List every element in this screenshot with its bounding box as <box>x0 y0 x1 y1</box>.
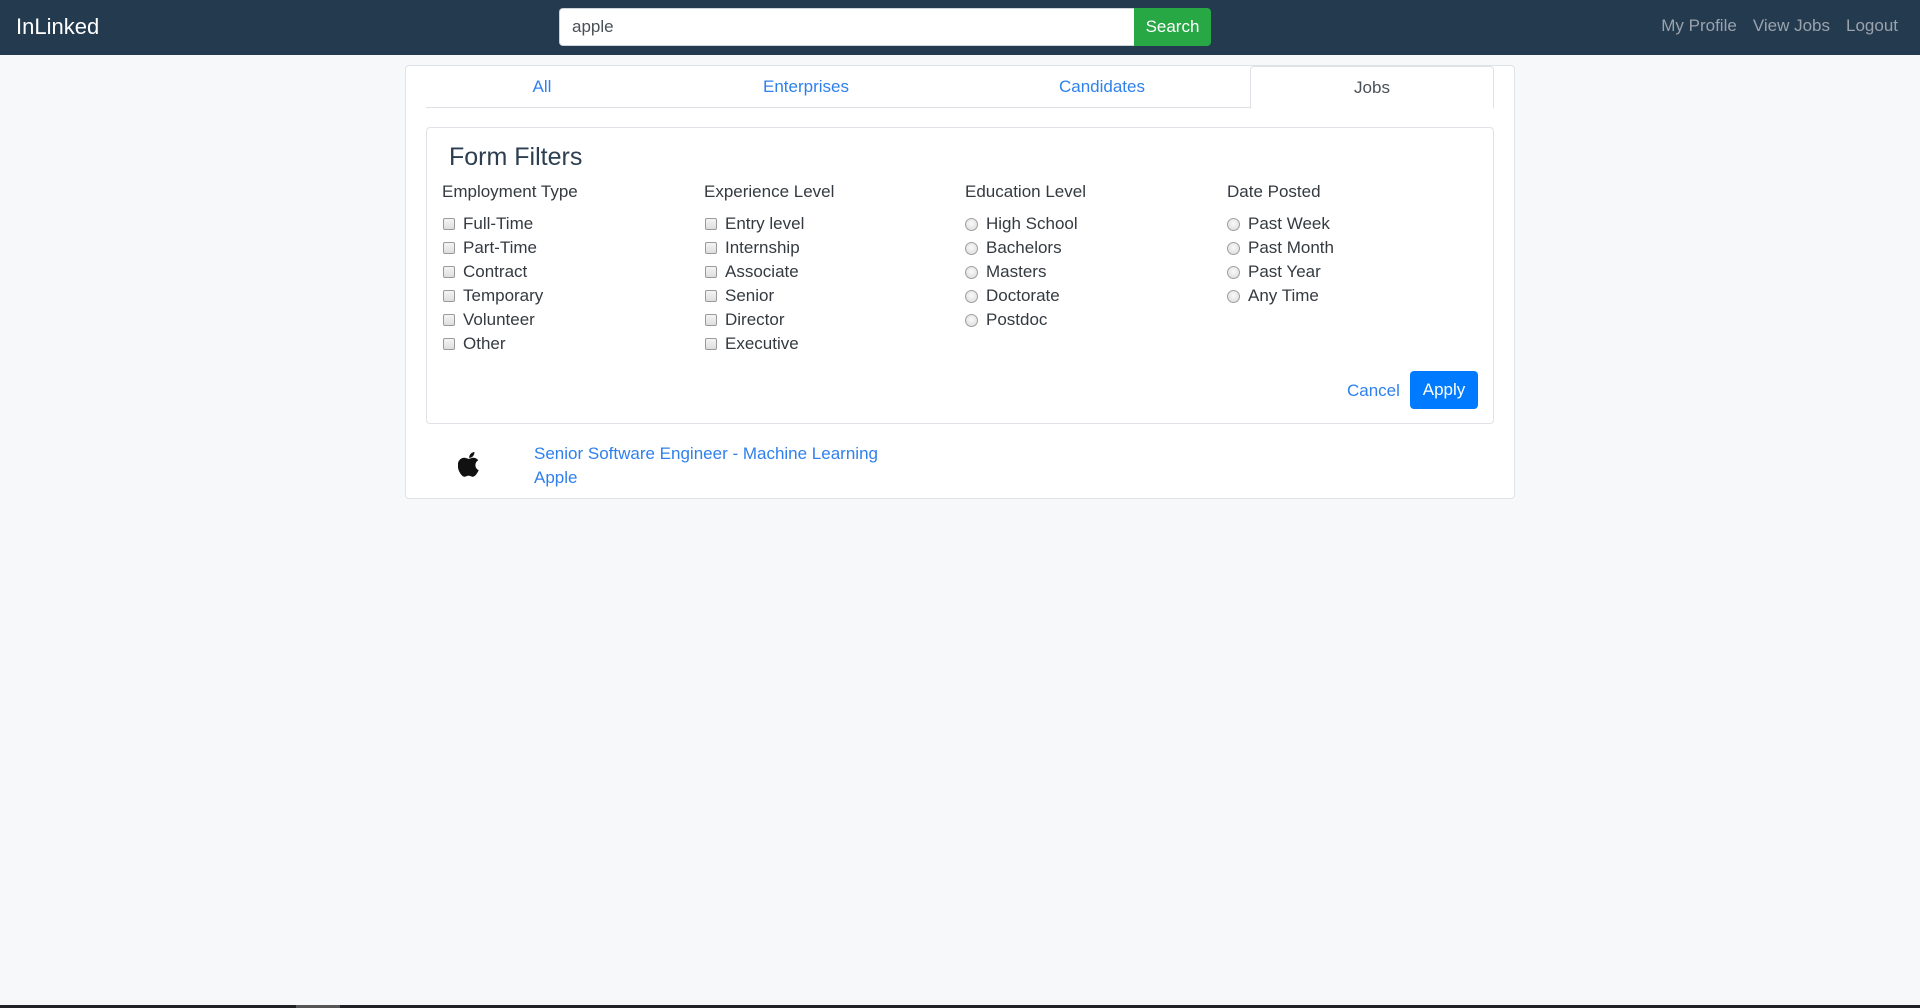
checkbox-director[interactable]: Director <box>704 308 834 332</box>
filters-title: Form Filters <box>449 143 583 171</box>
option-label: Executive <box>725 334 799 353</box>
filter-group-label: Employment Type <box>442 182 578 201</box>
filter-group-employment-type: Employment Type Full-Time Part-Time Cont… <box>442 182 578 356</box>
filter-group-date-posted: Date Posted Past Week Past Month Past Ye… <box>1227 182 1334 308</box>
checkbox-icon[interactable] <box>705 242 717 254</box>
checkbox-volunteer[interactable]: Volunteer <box>442 308 578 332</box>
filter-group-label: Education Level <box>965 182 1086 201</box>
radio-icon[interactable] <box>1227 265 1240 279</box>
checkbox-internship[interactable]: Internship <box>704 236 834 260</box>
checkbox-full-time[interactable]: Full-Time <box>442 212 578 236</box>
radio-doctorate[interactable]: Doctorate <box>965 284 1086 308</box>
option-label: Full-Time <box>463 214 534 233</box>
tab-jobs[interactable]: Jobs <box>1250 66 1494 109</box>
option-label: Masters <box>986 262 1047 281</box>
option-label: Associate <box>725 262 799 281</box>
checkbox-senior[interactable]: Senior <box>704 284 834 308</box>
checkbox-icon[interactable] <box>705 266 717 278</box>
checkbox-part-time[interactable]: Part-Time <box>442 236 578 260</box>
brand-logo[interactable]: InLinked <box>16 14 99 40</box>
option-label: Temporary <box>463 286 544 305</box>
search-input[interactable] <box>559 8 1134 46</box>
job-company-link[interactable]: Apple <box>534 468 577 488</box>
search-button[interactable]: Search <box>1134 8 1211 46</box>
filter-group-label: Date Posted <box>1227 182 1321 201</box>
nav-view-jobs[interactable]: View Jobs <box>1753 16 1830 36</box>
radio-icon[interactable] <box>1227 241 1240 255</box>
job-title-link[interactable]: Senior Software Engineer - Machine Learn… <box>534 444 878 464</box>
nav-links: My Profile View Jobs Logout <box>1661 16 1898 36</box>
radio-postdoc[interactable]: Postdoc <box>965 308 1086 332</box>
option-label: Part-Time <box>463 238 537 257</box>
tab-enterprises[interactable]: Enterprises <box>658 66 954 108</box>
checkbox-icon[interactable] <box>705 290 717 302</box>
option-label: Bachelors <box>986 238 1062 257</box>
option-label: High School <box>986 214 1078 233</box>
radio-high-school[interactable]: High School <box>965 212 1086 236</box>
filter-group-label: Experience Level <box>704 182 835 201</box>
radio-past-year[interactable]: Past Year <box>1227 260 1334 284</box>
job-result-item: Senior Software Engineer - Machine Learn… <box>426 438 1494 494</box>
checkbox-icon[interactable] <box>705 218 717 230</box>
radio-icon[interactable] <box>965 289 978 303</box>
option-label: Past Week <box>1248 214 1330 233</box>
checkbox-contract[interactable]: Contract <box>442 260 578 284</box>
tab-candidates[interactable]: Candidates <box>954 66 1250 108</box>
radio-any-time[interactable]: Any Time <box>1227 284 1334 308</box>
result-tabs: All Enterprises Candidates Jobs <box>426 66 1494 109</box>
radio-masters[interactable]: Masters <box>965 260 1086 284</box>
option-label: Past Month <box>1248 238 1334 257</box>
option-label: Volunteer <box>463 310 535 329</box>
tab-all[interactable]: All <box>426 66 658 108</box>
checkbox-icon[interactable] <box>705 338 717 350</box>
option-label: Senior <box>725 286 775 305</box>
filter-group-experience-level: Experience Level Entry level Internship … <box>704 182 834 356</box>
option-label: Contract <box>463 262 528 281</box>
radio-icon[interactable] <box>965 241 978 255</box>
checkbox-icon[interactable] <box>443 338 455 350</box>
option-label: Other <box>463 334 506 353</box>
radio-icon[interactable] <box>1227 217 1240 231</box>
checkbox-associate[interactable]: Associate <box>704 260 834 284</box>
option-label: Entry level <box>725 214 805 233</box>
apply-button[interactable]: Apply <box>1410 371 1478 409</box>
nav-my-profile[interactable]: My Profile <box>1661 16 1737 36</box>
checkbox-other[interactable]: Other <box>442 332 578 356</box>
checkbox-icon[interactable] <box>443 242 455 254</box>
filter-group-education-level: Education Level High School Bachelors Ma… <box>965 182 1086 332</box>
form-filters-panel: Form Filters Employment Type Full-Time P… <box>426 127 1494 424</box>
radio-past-week[interactable]: Past Week <box>1227 212 1334 236</box>
checkbox-icon[interactable] <box>705 314 717 326</box>
radio-icon[interactable] <box>965 313 978 327</box>
search-results-card: All Enterprises Candidates Jobs Form Fil… <box>405 65 1515 499</box>
option-label: Internship <box>725 238 800 257</box>
checkbox-icon[interactable] <box>443 218 455 230</box>
apple-logo-icon <box>457 450 482 478</box>
cancel-button[interactable]: Cancel <box>1347 372 1400 410</box>
radio-bachelors[interactable]: Bachelors <box>965 236 1086 260</box>
checkbox-icon[interactable] <box>443 314 455 326</box>
option-label: Postdoc <box>986 310 1048 329</box>
radio-icon[interactable] <box>965 265 978 279</box>
option-label: Any Time <box>1248 286 1319 305</box>
checkbox-temporary[interactable]: Temporary <box>442 284 578 308</box>
option-label: Past Year <box>1248 262 1321 281</box>
nav-logout[interactable]: Logout <box>1846 16 1898 36</box>
checkbox-entry-level[interactable]: Entry level <box>704 212 834 236</box>
radio-icon[interactable] <box>1227 289 1240 303</box>
radio-past-month[interactable]: Past Month <box>1227 236 1334 260</box>
top-navbar: InLinked Search My Profile View Jobs Log… <box>0 0 1920 55</box>
option-label: Doctorate <box>986 286 1060 305</box>
search-bar: Search <box>559 8 1211 46</box>
radio-icon[interactable] <box>965 217 978 231</box>
option-label: Director <box>725 310 785 329</box>
checkbox-icon[interactable] <box>443 266 455 278</box>
checkbox-executive[interactable]: Executive <box>704 332 834 356</box>
checkbox-icon[interactable] <box>443 290 455 302</box>
